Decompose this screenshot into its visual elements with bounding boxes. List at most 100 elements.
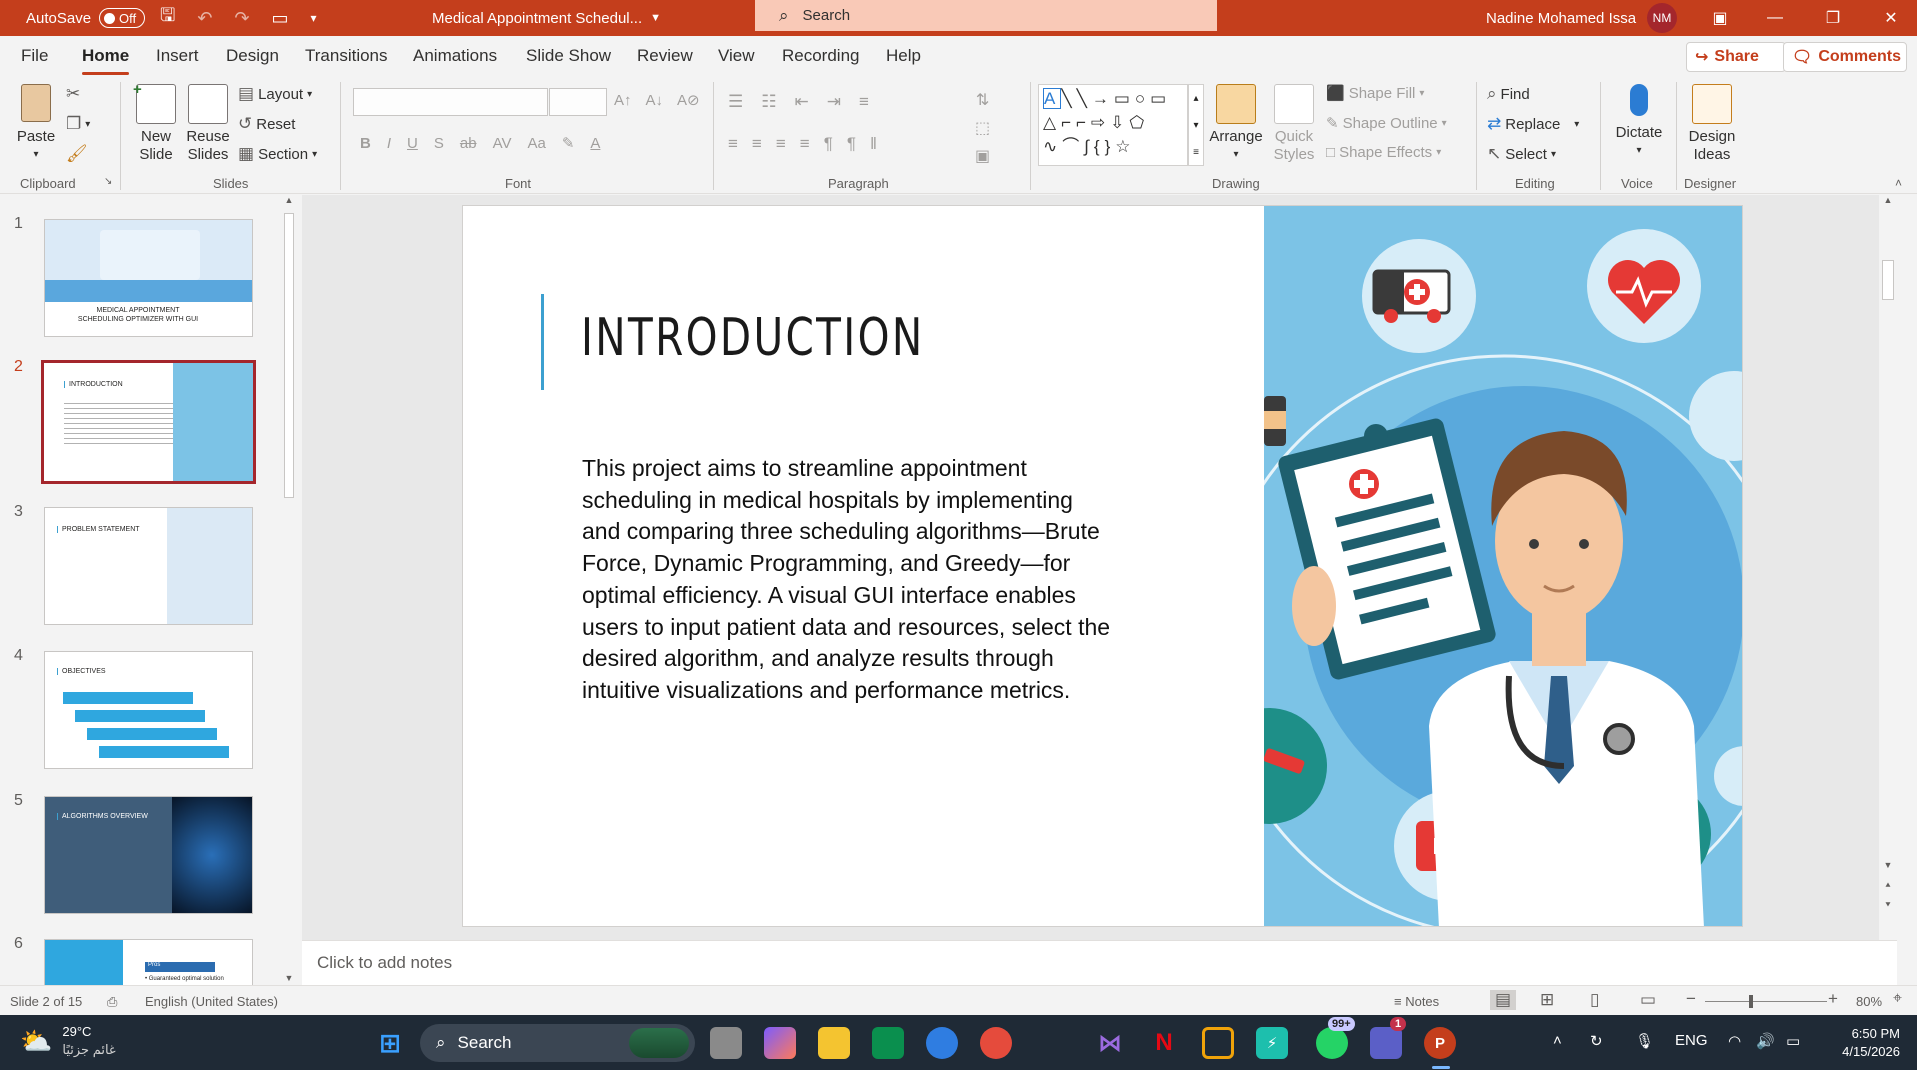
font-size-dropdown[interactable] [549,88,607,116]
restore-icon[interactable]: ❐ [1808,0,1858,36]
fit-to-window-icon[interactable]: ⌖ [1893,990,1902,1008]
text-direction-icon[interactable]: ⇅ [976,90,989,110]
format-painter-icon[interactable]: 🖌 [66,144,88,164]
slide-scrollbar[interactable]: ▲ ▼ ⯅ ⯆ [1879,195,1897,940]
whatsapp-icon[interactable]: 99+ [1316,1017,1355,1059]
slideshow-icon[interactable]: ▭ [1640,990,1656,1010]
reuse-slides-button[interactable]: Reuse Slides [184,84,232,164]
strikethrough-icon[interactable]: ab [460,135,477,152]
numbering-icon[interactable]: ☷ [761,92,776,112]
justify-icon[interactable]: ≡ [800,134,810,154]
tab-design[interactable]: Design [226,46,279,66]
taskbar-search[interactable]: ⌕ Search [420,1024,695,1062]
close-icon[interactable]: ✕ [1866,0,1916,36]
tab-insert[interactable]: Insert [156,46,199,66]
edge-icon[interactable] [926,1027,958,1059]
autosave-toggle[interactable]: Off [99,8,146,28]
change-case-icon[interactable]: Aa [527,135,545,152]
slide-title[interactable]: INTRODUCTION [581,308,925,368]
store-icon[interactable] [872,1027,904,1059]
doctor-illustration[interactable] [1264,206,1743,927]
copilot-icon[interactable] [764,1027,796,1059]
arrange-button[interactable]: Arrange ▾ [1206,84,1266,164]
zoom-out-icon[interactable]: − [1686,989,1696,1009]
autosave-control[interactable]: AutoSave Off [26,0,146,36]
language-indicator[interactable]: English (United States) [145,994,278,1009]
align-right-icon[interactable]: ≡ [776,134,786,154]
clear-format-icon[interactable]: A⊘ [677,91,700,109]
clipboard-launcher-icon[interactable]: ↘ [104,176,112,187]
battery-icon[interactable]: ▭ [1786,1032,1800,1050]
font-color-icon[interactable]: A [590,135,600,152]
copy-icon[interactable]: ❐ ▾ [66,114,90,134]
scroll-down-icon[interactable]: ▼ [280,973,298,983]
underline-icon[interactable]: U [407,135,418,152]
ltr-icon[interactable]: ¶ [824,134,833,154]
new-slide-button[interactable]: + New Slide [128,81,184,164]
weather-widget[interactable]: ⛅ 29°C غائم جزئيًا [20,1023,116,1059]
shape-curve-icon[interactable]: ∿ [1043,137,1062,156]
font-family-dropdown[interactable] [353,88,548,116]
bullets-icon[interactable]: ☰ [728,92,743,112]
tab-review[interactable]: Review [637,46,693,66]
align-text-icon[interactable]: ⬚ [975,118,990,138]
volume-icon[interactable]: 🔊 [1756,1032,1775,1050]
comments-button[interactable]: 🗨 Comments [1783,42,1907,72]
previous-slide-icon[interactable]: ⯅ [1879,880,1897,891]
sync-icon[interactable]: ↻ [1590,1032,1603,1050]
slide-editor-canvas[interactable]: INTRODUCTION This project aims to stream… [302,195,1897,940]
microphone-icon[interactable]: 🎙 [1635,1032,1654,1050]
app-icon[interactable] [1202,1027,1234,1059]
chrome-icon[interactable] [980,1027,1012,1059]
shape-effects-button[interactable]: □ Shape Effects ▾ [1326,144,1441,161]
design-ideas-button[interactable]: Design Ideas [1684,84,1740,164]
search-box[interactable]: ⌕ Search [755,0,1217,31]
tab-transitions[interactable]: Transitions [305,46,388,66]
notes-pane[interactable]: Click to add notes [302,940,1897,985]
slide-thumbnail-5[interactable]: ALGORITHMS OVERVIEW [44,796,253,914]
bold-icon[interactable]: B [360,135,371,152]
paste-button[interactable]: Paste ▾ [14,84,58,164]
line-spacing-icon[interactable]: ≡ [859,92,869,112]
scroll-up-icon[interactable]: ▲ [1879,195,1897,205]
present-icon[interactable]: ▭ [272,8,289,29]
file-explorer-icon[interactable] [818,1027,850,1059]
clock[interactable]: 6:50 PM 4/15/2026 [1825,1025,1900,1061]
shape-triangle-icon[interactable]: △ [1043,113,1061,132]
replace-button[interactable]: ⇄ Replace ▾ [1487,114,1579,134]
normal-view-icon[interactable]: ▤ [1490,990,1517,1010]
teams-icon[interactable]: 1 [1370,1017,1407,1059]
undo-icon[interactable]: ↶ [197,8,212,29]
slide-thumbnail-6[interactable]: Pros • Guaranteed optimal solution [44,939,253,985]
select-button[interactable]: ↖ Select ▾ [1487,144,1556,164]
thumbnail-scrollbar[interactable]: ▲ ▼ [280,195,298,985]
layout-button[interactable]: ▤ Layout ▾ [238,84,312,104]
shapes-gallery[interactable]: A╲╲→▭○▭ △⌐⌐⇨⇩⬠ ∿⌒∫{}☆ [1038,84,1188,166]
slide-sorter-icon[interactable]: ⊞ [1540,990,1554,1010]
tab-help[interactable]: Help [886,46,921,66]
minimize-icon[interactable]: — [1750,0,1800,36]
slide-thumbnail-3[interactable]: PROBLEM STATEMENT [44,507,253,625]
slide-thumbnail-1[interactable]: MEDICAL APPOINTMENT SCHEDULING OPTIMIZER… [44,219,253,337]
shapes-gallery-more-icon[interactable]: ▴ ▾ ≡ [1188,84,1204,166]
increase-indent-icon[interactable]: ⇥ [827,92,841,112]
zoom-in-icon[interactable]: + [1828,989,1838,1009]
quick-styles-button[interactable]: Quick Styles [1268,84,1320,164]
windows-start-icon[interactable]: ⊞ [374,1027,406,1059]
slide[interactable]: INTRODUCTION This project aims to stream… [462,205,1743,927]
align-center-icon[interactable]: ≡ [752,134,762,154]
decrease-indent-icon[interactable]: ⇤ [795,92,809,112]
grow-font-icon[interactable]: A↑ [614,92,632,109]
shape-textbox-icon[interactable]: A [1043,88,1062,109]
app-bolt-icon[interactable]: ⚡ [1256,1027,1288,1059]
zoom-slider-thumb[interactable] [1749,995,1753,1008]
save-icon[interactable]: 🖫 [160,3,175,33]
char-spacing-icon[interactable]: AV [493,135,512,152]
accessibility-icon[interactable]: ⎙ [107,994,117,1010]
visual-studio-icon[interactable]: ⋈ [1094,1027,1126,1059]
zoom-slider[interactable] [1705,995,1827,1008]
reading-view-icon[interactable]: ▯ [1590,990,1599,1010]
zoom-level[interactable]: 80% [1856,994,1882,1009]
redo-icon[interactable]: ↷ [234,8,249,29]
user-avatar-wrap[interactable]: NM [1647,0,1677,36]
